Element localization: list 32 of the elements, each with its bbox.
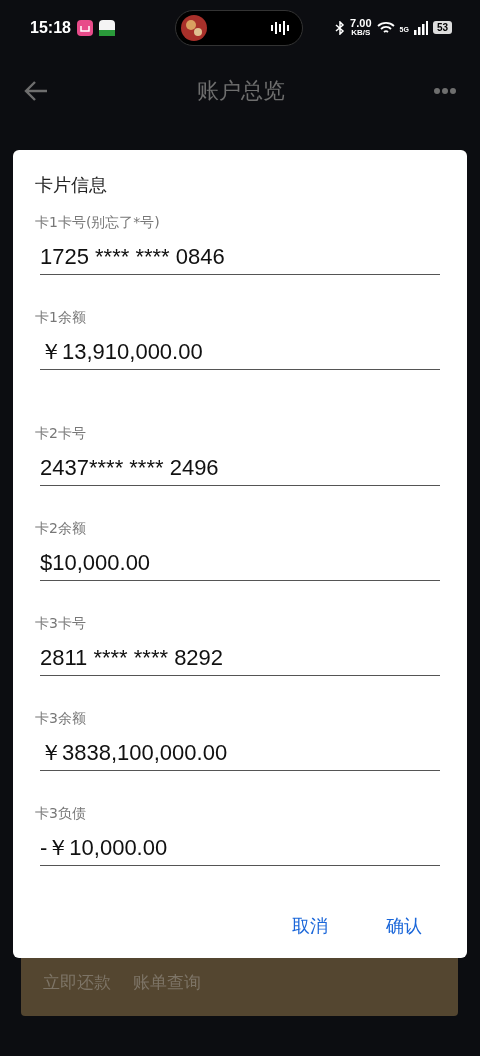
signal-icon xyxy=(413,20,428,35)
media-island[interactable] xyxy=(175,9,303,46)
dialog-title: 卡片信息 xyxy=(35,173,108,197)
page-title: 账户总览 xyxy=(196,77,286,105)
input-field[interactable]: 2437**** **** 2496 xyxy=(40,455,440,486)
network-speed: 7.00 xyxy=(350,18,372,29)
input-field[interactable]: -￥10,000.00 xyxy=(40,835,440,866)
more-icon[interactable] xyxy=(434,88,456,94)
input-field[interactable]: $10,000.00 xyxy=(40,550,440,581)
audio-wave-icon xyxy=(270,20,292,35)
network-speed-unit: KB/S xyxy=(351,29,371,37)
field-label: 卡2余额 xyxy=(35,519,87,538)
field-label: 卡1卡号(别忘了*号) xyxy=(35,213,161,232)
field-label: 卡2卡号 xyxy=(35,424,87,443)
dialog-button[interactable]: 确认 xyxy=(386,908,422,944)
wifi-icon xyxy=(376,20,395,35)
dialog-button[interactable]: 取消 xyxy=(292,908,328,944)
battery-level: 53 xyxy=(432,21,452,34)
field-label: 卡3余额 xyxy=(35,709,87,728)
input-field[interactable]: ￥3838,100,000.00 xyxy=(40,740,440,771)
app-icon xyxy=(76,19,93,36)
field-label: 卡1余额 xyxy=(35,308,87,327)
field-label: 卡3负债 xyxy=(35,804,87,823)
clock: 15:18 xyxy=(30,18,71,37)
album-art-icon xyxy=(181,14,207,41)
field-label: 卡3卡号 xyxy=(35,614,87,633)
bluetooth-icon xyxy=(335,20,346,35)
input-field[interactable]: 1725 **** **** 0846 xyxy=(40,244,440,275)
app-icon xyxy=(98,19,115,36)
back-icon[interactable] xyxy=(24,81,48,101)
input-field[interactable]: 2811 **** **** 8292 xyxy=(40,645,440,676)
input-field[interactable]: ￥13,910,000.00 xyxy=(40,339,440,370)
